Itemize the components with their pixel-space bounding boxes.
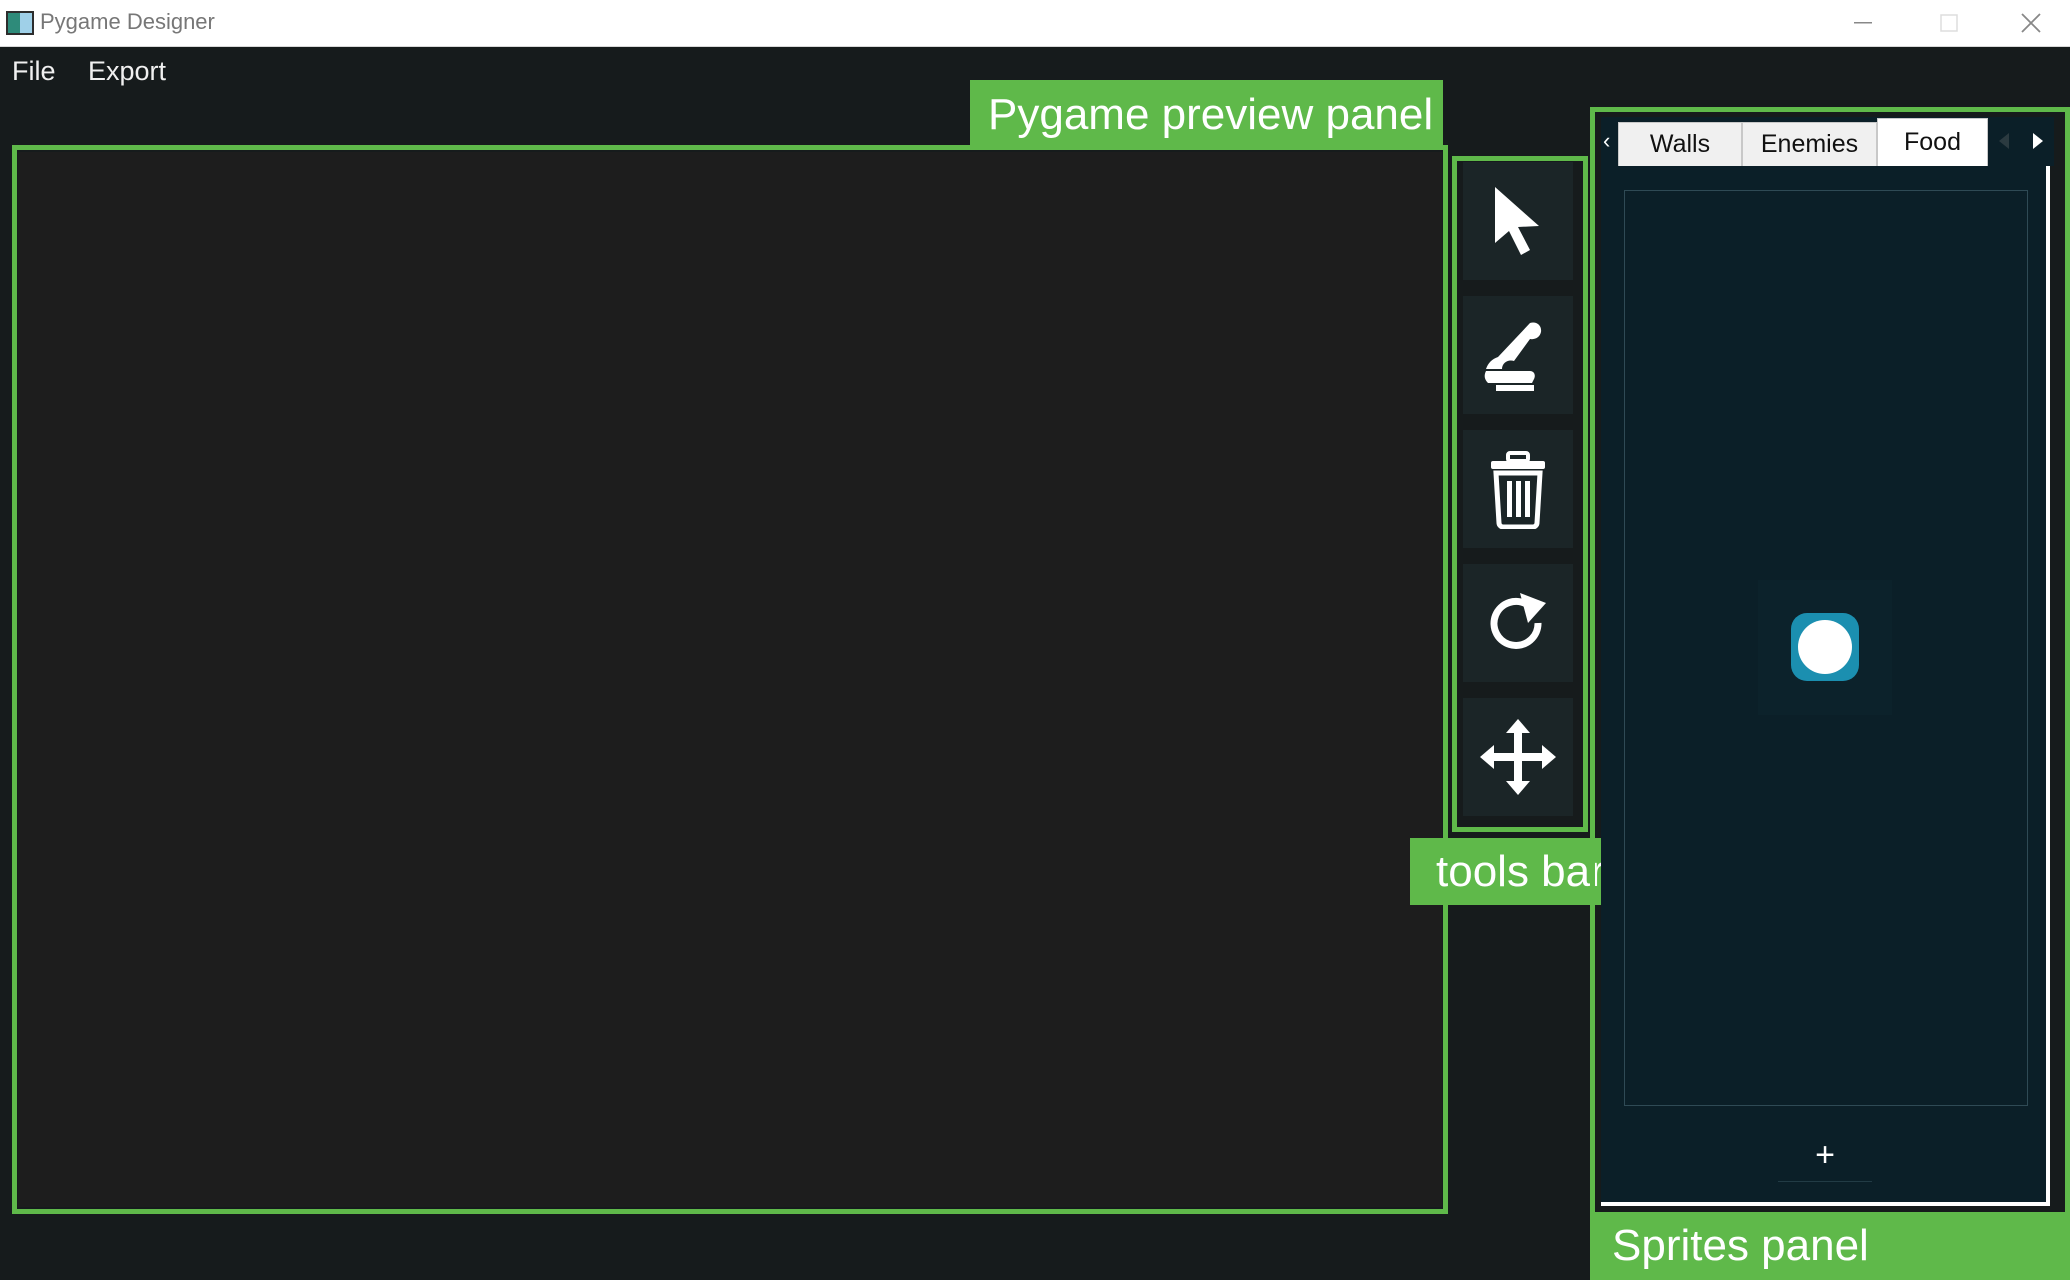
close-button[interactable]: [1992, 0, 2070, 46]
title-bar: [0, 0, 2070, 47]
tools-bar-callout: tools bar: [1410, 838, 1620, 905]
preview-panel-outline: [12, 145, 1448, 1214]
sprites-panel-callout: Sprites panel: [1590, 1212, 2070, 1280]
minimize-button[interactable]: [1820, 0, 1906, 46]
sprites-panel-outline: [1590, 107, 2070, 1217]
menu-export[interactable]: Export: [88, 56, 166, 87]
app-icon: [6, 11, 34, 35]
menu-file[interactable]: File: [12, 56, 56, 87]
tools-bar-outline: [1452, 156, 1588, 832]
minimize-icon: [1854, 22, 1872, 24]
close-icon: [2021, 13, 2041, 33]
maximize-button[interactable]: [1906, 0, 1992, 46]
maximize-icon: [1940, 14, 1958, 32]
preview-panel-callout: Pygame preview panel: [970, 80, 1443, 150]
window-title: Pygame Designer: [40, 9, 215, 34]
